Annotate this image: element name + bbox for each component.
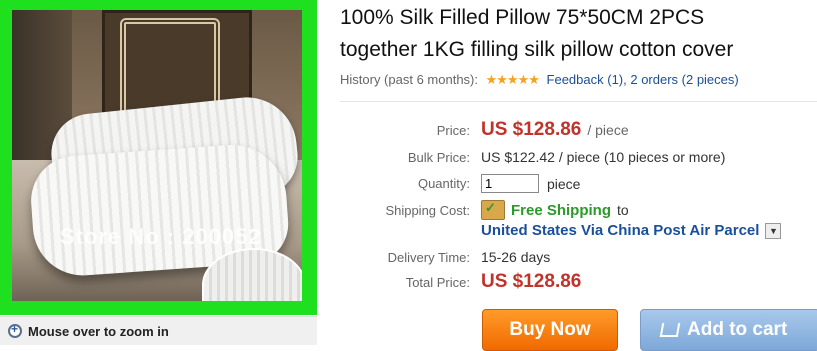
zoom-hint-text: Mouse over to zoom in — [28, 323, 169, 339]
shipping-label: Shipping Cost: — [385, 202, 470, 218]
bulk-price-row: Bulk Price: US $122.42 / piece (10 piece… — [340, 149, 726, 165]
delivery-value: 15-26 days — [481, 249, 551, 265]
history-label: History (past 6 months): — [340, 72, 478, 87]
shipping-method-row: United States Via China Post Air Parcel … — [340, 222, 782, 239]
history-row: History (past 6 months): ★★★★★ Feedback … — [340, 72, 739, 88]
add-to-cart-button[interactable]: Add to cart — [640, 309, 817, 351]
bulk-price-value: US $122.42 / piece (10 pieces or more) — [481, 149, 726, 165]
product-image-frame[interactable]: Store No : 200052 — [0, 0, 317, 315]
product-title-line2: together 1KG filling silk pillow cotton … — [340, 38, 734, 61]
product-photo[interactable]: Store No : 200052 — [12, 10, 302, 301]
zoom-in-icon — [8, 322, 22, 338]
shipping-row: Shipping Cost: Free Shipping to — [340, 200, 629, 220]
shipping-to-text: to — [617, 202, 629, 218]
cart-icon — [659, 323, 681, 337]
delivery-row: Delivery Time: 15-26 days — [340, 249, 551, 265]
price-unit: / piece — [587, 122, 629, 138]
feedback-link[interactable]: Feedback (1), 2 orders (2 pieces) — [547, 72, 739, 87]
buy-now-button[interactable]: Buy Now — [482, 309, 618, 351]
shipping-box-icon — [481, 200, 505, 220]
quantity-input[interactable] — [481, 174, 539, 193]
product-title-line1: 100% Silk Filled Pillow 75*50CM 2PCS — [340, 6, 705, 29]
add-to-cart-label: Add to cart — [687, 319, 788, 340]
price-label: Price: — [436, 122, 470, 138]
total-row: Total Price: US $128.86 — [340, 271, 587, 293]
shipping-method-select[interactable]: United States Via China Post Air Parcel — [481, 222, 759, 239]
free-shipping-text: Free Shipping — [511, 201, 612, 219]
rating-stars-icon: ★★★★★ — [485, 72, 540, 87]
quantity-unit: piece — [547, 175, 581, 192]
product-title: 100% Silk Filled Pillow 75*50CM 2PCS tog… — [340, 2, 810, 66]
quantity-label: Quantity: — [417, 176, 470, 191]
zoom-hint-bar: Mouse over to zoom in — [0, 316, 317, 345]
total-label: Total Price: — [405, 274, 470, 290]
price-row: Price: US $128.86 / piece — [340, 119, 629, 141]
total-value: US $128.86 — [481, 271, 582, 292]
delivery-label: Delivery Time: — [387, 249, 470, 265]
chevron-down-icon[interactable]: ▼ — [765, 222, 782, 239]
bulk-price-label: Bulk Price: — [407, 149, 470, 165]
price-value: US $128.86 — [481, 119, 582, 140]
divider — [340, 101, 817, 102]
store-watermark: Store No : 200052 — [60, 224, 262, 249]
quantity-row: Quantity: piece — [340, 174, 580, 193]
